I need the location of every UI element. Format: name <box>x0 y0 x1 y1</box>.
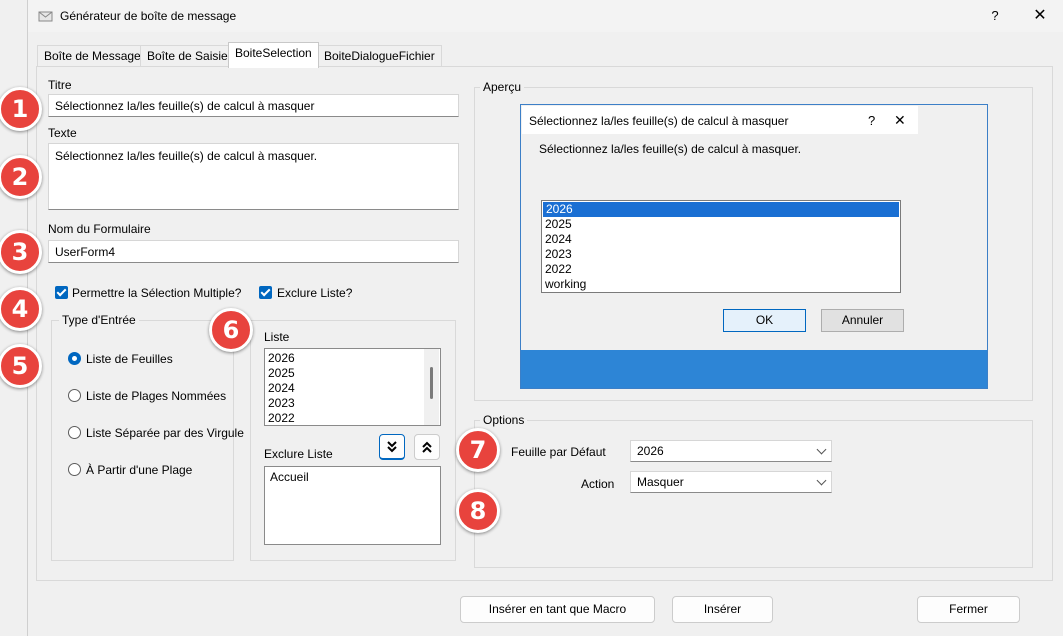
list-item[interactable]: 2026 <box>265 351 440 366</box>
preview-list-item-selected: 2026 <box>543 202 899 217</box>
preview-list-item: 2022 <box>545 262 572 276</box>
feuille-defaut-value: 2026 <box>637 444 664 458</box>
tab-boite-dialogue-fichier[interactable]: BoiteDialogueFichier <box>317 45 442 67</box>
preview-list-item: working <box>545 277 587 291</box>
radio-partir-plage-label: À Partir d'une Plage <box>86 463 193 477</box>
preview-listbox: 2026 2025 2024 2023 2022 working <box>541 200 901 293</box>
chevron-down-icon <box>816 475 827 486</box>
radio-plages-nommees-label: Liste de Plages Nommées <box>86 389 227 403</box>
nom-formulaire-input[interactable]: UserForm4 <box>48 240 459 263</box>
list-item[interactable]: Accueil <box>265 470 440 485</box>
exclure-liste-check-label: Exclure Liste? <box>277 286 353 300</box>
exclure-liste-checkbox[interactable] <box>259 286 272 299</box>
preview-cancel-button: Annuler <box>821 309 904 332</box>
insert-macro-button[interactable]: Insérer en tant que Macro <box>460 596 655 623</box>
scrollbar-thumb[interactable] <box>430 367 433 399</box>
list-item[interactable]: 2022 <box>265 411 440 425</box>
radio-separee-virgule-label: Liste Séparée par des Virgule <box>86 426 244 440</box>
callout-badge-2: 2 <box>0 155 42 199</box>
radio-partir-plage[interactable] <box>68 463 81 476</box>
texte-textarea[interactable]: Sélectionnez la/les feuille(s) de calcul… <box>48 143 459 210</box>
preview-taskbar-strip <box>521 350 987 388</box>
type-entree-title: Type d'Entrée <box>59 313 139 327</box>
preview-ok-button: OK <box>723 309 806 332</box>
app-icon <box>38 11 53 22</box>
callout-badge-5: 5 <box>0 344 42 388</box>
feuille-defaut-label: Feuille par Défaut <box>511 445 606 459</box>
move-down-button[interactable] <box>379 434 405 460</box>
double-chevron-up-icon <box>422 441 432 453</box>
preview-list-item: 2023 <box>545 247 572 261</box>
nom-formulaire-label: Nom du Formulaire <box>48 222 151 236</box>
insert-button[interactable]: Insérer <box>672 596 773 623</box>
exclure-listbox[interactable]: Accueil <box>264 466 441 545</box>
texte-label: Texte <box>48 126 77 140</box>
help-button[interactable]: ? <box>984 6 1006 26</box>
preview-close-icon: ✕ <box>894 112 906 128</box>
titre-label: Titre <box>48 78 72 92</box>
radio-separee-virgule[interactable] <box>68 426 81 439</box>
liste-scrollbar[interactable] <box>424 349 439 425</box>
fermer-button[interactable]: Fermer <box>917 596 1020 623</box>
callout-badge-6: 6 <box>209 308 253 352</box>
radio-liste-feuilles[interactable] <box>68 352 81 365</box>
preview-list-item: 2024 <box>545 232 572 246</box>
action-label: Action <box>581 477 615 491</box>
exclure-liste-label: Exclure Liste <box>264 447 333 461</box>
multi-select-checkbox[interactable] <box>55 286 68 299</box>
chevron-down-icon <box>816 444 827 455</box>
preview-frame: Sélectionnez la/les feuille(s) de calcul… <box>520 104 988 389</box>
apercu-title: Aperçu <box>480 80 525 94</box>
move-up-button[interactable] <box>414 434 440 460</box>
callout-badge-1: 1 <box>0 87 42 131</box>
feuille-defaut-select[interactable]: 2026 <box>630 440 832 462</box>
titre-input[interactable]: Sélectionnez la/les feuille(s) de calcul… <box>48 94 459 117</box>
multi-select-label: Permettre la Sélection Multiple? <box>72 286 242 300</box>
callout-badge-8: 8 <box>456 489 500 533</box>
preview-list-item: 2025 <box>545 217 572 231</box>
close-window-button[interactable]: ✕ <box>1028 6 1052 26</box>
preview-dialog-text: Sélectionnez la/les feuille(s) de calcul… <box>539 142 802 156</box>
callout-badge-4: 4 <box>0 287 42 331</box>
preview-help-icon: ? <box>868 113 876 128</box>
options-title: Options <box>480 413 528 427</box>
list-item[interactable]: 2025 <box>265 366 440 381</box>
tab-boite-de-saisie[interactable]: Boîte de Saisie <box>140 45 235 67</box>
title-bar: Générateur de boîte de message ? ✕ <box>28 0 1063 32</box>
radio-plages-nommees[interactable] <box>68 389 81 402</box>
callout-badge-7: 7 <box>456 428 500 472</box>
preview-title-bar: Sélectionnez la/les feuille(s) de calcul… <box>522 106 918 134</box>
preview-dialog-title: Sélectionnez la/les feuille(s) de calcul… <box>529 114 789 128</box>
radio-liste-feuilles-label: Liste de Feuilles <box>86 352 173 366</box>
preview-dialog: Sélectionnez la/les feuille(s) de calcul… <box>522 106 918 350</box>
callout-badge-3: 3 <box>0 230 42 274</box>
list-item[interactable]: 2024 <box>265 381 440 396</box>
list-item[interactable]: 2023 <box>265 396 440 411</box>
liste-label: Liste <box>264 330 290 344</box>
window-title: Générateur de boîte de message <box>60 9 237 23</box>
liste-listbox[interactable]: 2026 2025 2024 2023 2022 <box>264 348 441 426</box>
action-select[interactable]: Masquer <box>630 471 832 493</box>
action-value: Masquer <box>637 475 684 489</box>
tab-boite-selection[interactable]: BoiteSelection <box>228 42 319 68</box>
tab-boite-de-message[interactable]: Boîte de Message <box>37 45 148 67</box>
double-chevron-down-icon <box>387 441 397 453</box>
